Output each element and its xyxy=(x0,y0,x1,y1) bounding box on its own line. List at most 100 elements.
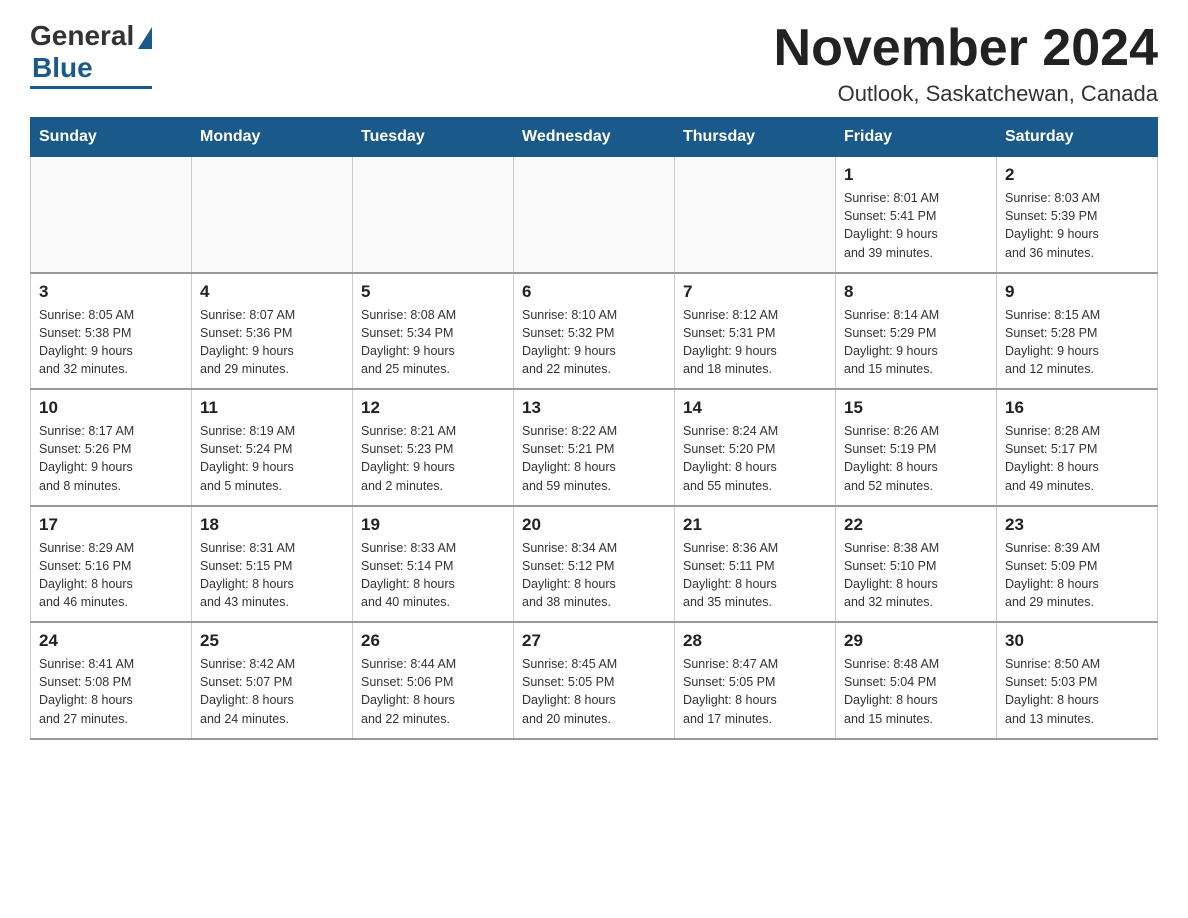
day-info: Sunrise: 8:29 AM Sunset: 5:16 PM Dayligh… xyxy=(39,539,183,612)
logo-general-text: General xyxy=(30,20,134,52)
day-info: Sunrise: 8:50 AM Sunset: 5:03 PM Dayligh… xyxy=(1005,655,1149,728)
day-info: Sunrise: 8:21 AM Sunset: 5:23 PM Dayligh… xyxy=(361,422,505,495)
table-row: 18 Sunrise: 8:31 AM Sunset: 5:15 PM Dayli… xyxy=(192,506,353,623)
day-number: 21 xyxy=(683,515,827,535)
table-row: 13 Sunrise: 8:22 AM Sunset: 5:21 PM Dayli… xyxy=(514,389,675,506)
day-info: Sunrise: 8:33 AM Sunset: 5:14 PM Dayligh… xyxy=(361,539,505,612)
table-row: 24Sunrise: 8:41 AM Sunset: 5:08 PM Dayli… xyxy=(31,622,192,739)
day-number: 28 xyxy=(683,631,827,651)
day-info: Sunrise: 8:12 AM Sunset: 5:31 PM Dayligh… xyxy=(683,306,827,379)
day-info: Sunrise: 8:28 AM Sunset: 5:17 PM Dayligh… xyxy=(1005,422,1149,495)
day-info: Sunrise: 8:44 AM Sunset: 5:06 PM Dayligh… xyxy=(361,655,505,728)
calendar-table: Sunday Monday Tuesday Wednesday Thursday… xyxy=(30,117,1158,740)
day-number: 29 xyxy=(844,631,988,651)
logo-underline xyxy=(30,86,152,89)
day-number: 2 xyxy=(1005,165,1149,185)
day-number: 17 xyxy=(39,515,183,535)
day-number: 16 xyxy=(1005,398,1149,418)
day-number: 12 xyxy=(361,398,505,418)
logo: General Blue xyxy=(30,20,152,89)
table-row xyxy=(31,157,192,273)
table-row: 6Sunrise: 8:10 AM Sunset: 5:32 PM Daylig… xyxy=(514,273,675,390)
day-info: Sunrise: 8:26 AM Sunset: 5:19 PM Dayligh… xyxy=(844,422,988,495)
col-sunday: Sunday xyxy=(31,118,192,157)
day-info: Sunrise: 8:05 AM Sunset: 5:38 PM Dayligh… xyxy=(39,306,183,379)
day-number: 11 xyxy=(200,398,344,418)
day-number: 10 xyxy=(39,398,183,418)
table-row: 8 Sunrise: 8:14 AM Sunset: 5:29 PM Daylig… xyxy=(836,273,997,390)
col-friday: Friday xyxy=(836,118,997,157)
calendar-week-row: 10Sunrise: 8:17 AM Sunset: 5:26 PM Dayli… xyxy=(31,389,1158,506)
logo-blue-text: Blue xyxy=(32,52,93,84)
table-row: 27Sunrise: 8:45 AM Sunset: 5:05 PM Dayli… xyxy=(514,622,675,739)
logo-triangle-icon xyxy=(138,27,152,49)
table-row: 2 Sunrise: 8:03 AM Sunset: 5:39 PM Daylig… xyxy=(997,157,1158,273)
day-number: 14 xyxy=(683,398,827,418)
calendar-week-row: 24Sunrise: 8:41 AM Sunset: 5:08 PM Dayli… xyxy=(31,622,1158,739)
day-info: Sunrise: 8:48 AM Sunset: 5:04 PM Dayligh… xyxy=(844,655,988,728)
day-info: Sunrise: 8:31 AM Sunset: 5:15 PM Dayligh… xyxy=(200,539,344,612)
table-row xyxy=(192,157,353,273)
table-row: 5 Sunrise: 8:08 AM Sunset: 5:34 PM Daylig… xyxy=(353,273,514,390)
day-info: Sunrise: 8:15 AM Sunset: 5:28 PM Dayligh… xyxy=(1005,306,1149,379)
table-row: 30 Sunrise: 8:50 AM Sunset: 5:03 PM Dayli… xyxy=(997,622,1158,739)
table-row: 3Sunrise: 8:05 AM Sunset: 5:38 PM Daylig… xyxy=(31,273,192,390)
col-tuesday: Tuesday xyxy=(353,118,514,157)
day-number: 1 xyxy=(844,165,988,185)
day-info: Sunrise: 8:36 AM Sunset: 5:11 PM Dayligh… xyxy=(683,539,827,612)
day-info: Sunrise: 8:22 AM Sunset: 5:21 PM Dayligh… xyxy=(522,422,666,495)
title-area: November 2024 Outlook, Saskatchewan, Can… xyxy=(774,20,1158,107)
table-row: 29 Sunrise: 8:48 AM Sunset: 5:04 PM Dayli… xyxy=(836,622,997,739)
day-number: 24 xyxy=(39,631,183,651)
day-info: Sunrise: 8:08 AM Sunset: 5:34 PM Dayligh… xyxy=(361,306,505,379)
table-row xyxy=(353,157,514,273)
day-number: 6 xyxy=(522,282,666,302)
calendar-week-row: 1 Sunrise: 8:01 AM Sunset: 5:41 PM Daylig… xyxy=(31,157,1158,273)
table-row: 10Sunrise: 8:17 AM Sunset: 5:26 PM Dayli… xyxy=(31,389,192,506)
day-number: 7 xyxy=(683,282,827,302)
day-number: 9 xyxy=(1005,282,1149,302)
day-number: 26 xyxy=(361,631,505,651)
day-number: 22 xyxy=(844,515,988,535)
calendar-week-row: 17 Sunrise: 8:29 AM Sunset: 5:16 PM Dayli… xyxy=(31,506,1158,623)
day-number: 5 xyxy=(361,282,505,302)
table-row: 23 Sunrise: 8:39 AM Sunset: 5:09 PM Dayli… xyxy=(997,506,1158,623)
table-row: 26 Sunrise: 8:44 AM Sunset: 5:06 PM Dayli… xyxy=(353,622,514,739)
calendar-header: Sunday Monday Tuesday Wednesday Thursday… xyxy=(31,118,1158,157)
col-saturday: Saturday xyxy=(997,118,1158,157)
col-monday: Monday xyxy=(192,118,353,157)
day-number: 25 xyxy=(200,631,344,651)
table-row: 22Sunrise: 8:38 AM Sunset: 5:10 PM Dayli… xyxy=(836,506,997,623)
calendar-body: 1 Sunrise: 8:01 AM Sunset: 5:41 PM Daylig… xyxy=(31,157,1158,739)
table-row: 1 Sunrise: 8:01 AM Sunset: 5:41 PM Daylig… xyxy=(836,157,997,273)
day-info: Sunrise: 8:47 AM Sunset: 5:05 PM Dayligh… xyxy=(683,655,827,728)
day-number: 8 xyxy=(844,282,988,302)
day-number: 13 xyxy=(522,398,666,418)
table-row xyxy=(514,157,675,273)
day-info: Sunrise: 8:34 AM Sunset: 5:12 PM Dayligh… xyxy=(522,539,666,612)
table-row: 17 Sunrise: 8:29 AM Sunset: 5:16 PM Dayli… xyxy=(31,506,192,623)
day-number: 30 xyxy=(1005,631,1149,651)
day-number: 18 xyxy=(200,515,344,535)
day-info: Sunrise: 8:39 AM Sunset: 5:09 PM Dayligh… xyxy=(1005,539,1149,612)
day-info: Sunrise: 8:45 AM Sunset: 5:05 PM Dayligh… xyxy=(522,655,666,728)
page-header: General Blue November 2024 Outlook, Sask… xyxy=(30,20,1158,107)
table-row: 19 Sunrise: 8:33 AM Sunset: 5:14 PM Dayli… xyxy=(353,506,514,623)
day-info: Sunrise: 8:19 AM Sunset: 5:24 PM Dayligh… xyxy=(200,422,344,495)
table-row: 16 Sunrise: 8:28 AM Sunset: 5:17 PM Dayli… xyxy=(997,389,1158,506)
day-number: 23 xyxy=(1005,515,1149,535)
table-row: 7 Sunrise: 8:12 AM Sunset: 5:31 PM Daylig… xyxy=(675,273,836,390)
day-info: Sunrise: 8:07 AM Sunset: 5:36 PM Dayligh… xyxy=(200,306,344,379)
day-info: Sunrise: 8:01 AM Sunset: 5:41 PM Dayligh… xyxy=(844,189,988,262)
day-number: 19 xyxy=(361,515,505,535)
day-number: 20 xyxy=(522,515,666,535)
day-number: 4 xyxy=(200,282,344,302)
table-row: 9 Sunrise: 8:15 AM Sunset: 5:28 PM Daylig… xyxy=(997,273,1158,390)
day-info: Sunrise: 8:24 AM Sunset: 5:20 PM Dayligh… xyxy=(683,422,827,495)
day-info: Sunrise: 8:14 AM Sunset: 5:29 PM Dayligh… xyxy=(844,306,988,379)
day-info: Sunrise: 8:42 AM Sunset: 5:07 PM Dayligh… xyxy=(200,655,344,728)
header-row: Sunday Monday Tuesday Wednesday Thursday… xyxy=(31,118,1158,157)
day-info: Sunrise: 8:03 AM Sunset: 5:39 PM Dayligh… xyxy=(1005,189,1149,262)
day-number: 15 xyxy=(844,398,988,418)
table-row: 25 Sunrise: 8:42 AM Sunset: 5:07 PM Dayli… xyxy=(192,622,353,739)
